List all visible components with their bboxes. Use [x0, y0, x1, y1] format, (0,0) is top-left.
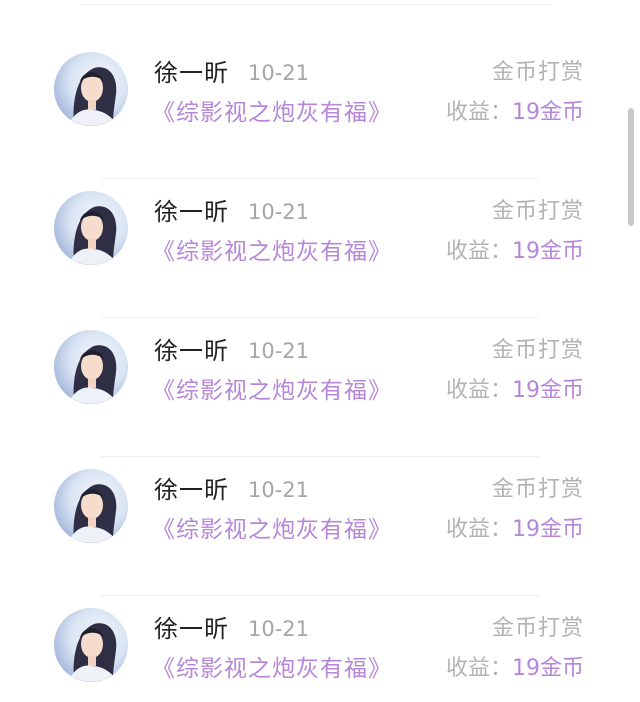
- scrollbar[interactable]: [628, 108, 634, 226]
- avatar[interactable]: [54, 469, 128, 543]
- reward-date: 10-21: [248, 339, 310, 363]
- book-title-link[interactable]: 《综影视之炮灰有福》: [152, 237, 392, 267]
- user-name: 徐一昕: [154, 198, 229, 226]
- list-item[interactable]: 徐一昕 10-21 《综影视之炮灰有福》 金币打赏 收益：19金币: [0, 596, 640, 702]
- book-title-link[interactable]: 《综影视之炮灰有福》: [152, 98, 392, 128]
- book-title-link[interactable]: 《综影视之炮灰有福》: [152, 515, 392, 545]
- income-label: 收益：: [445, 378, 512, 403]
- book-title-link[interactable]: 《综影视之炮灰有福》: [152, 654, 392, 684]
- income-value: 19金币: [512, 100, 584, 125]
- reward-date: 10-21: [248, 200, 310, 224]
- income-value: 19金币: [512, 656, 584, 681]
- income-value: 19金币: [512, 378, 584, 403]
- income-label: 收益：: [445, 517, 512, 542]
- reward-type: 金币打赏: [491, 60, 584, 85]
- income-label: 收益：: [445, 656, 512, 681]
- income: 收益：19金币: [446, 515, 584, 545]
- income-label: 收益：: [445, 239, 512, 264]
- reward-type: 金币打赏: [491, 477, 584, 502]
- reward-type: 金币打赏: [491, 616, 584, 641]
- avatar[interactable]: [54, 608, 128, 682]
- income: 收益：19金币: [446, 237, 584, 267]
- list-item[interactable]: 徐一昕 10-21 《综影视之炮灰有福》 金币打赏 收益：19金币: [0, 318, 640, 457]
- income-label: 收益：: [445, 100, 512, 125]
- avatar[interactable]: [54, 191, 128, 265]
- list-item[interactable]: 徐一昕 10-21 《综影视之炮灰有福》 金币打赏 收益：19金币: [0, 457, 640, 596]
- user-name: 徐一昕: [154, 337, 229, 365]
- reward-date: 10-21: [248, 478, 310, 502]
- avatar[interactable]: [54, 330, 128, 404]
- income-value: 19金币: [512, 239, 584, 264]
- book-title-link[interactable]: 《综影视之炮灰有福》: [152, 376, 392, 406]
- top-divider: [80, 4, 550, 5]
- reward-date: 10-21: [248, 61, 310, 85]
- reward-date: 10-21: [248, 617, 310, 641]
- user-name: 徐一昕: [154, 615, 229, 643]
- list-item[interactable]: 徐一昕 10-21 《综影视之炮灰有福》 金币打赏 收益：19金币: [0, 179, 640, 318]
- user-name: 徐一昕: [154, 476, 229, 504]
- user-name: 徐一昕: [154, 59, 229, 87]
- income: 收益：19金币: [446, 98, 584, 128]
- income: 收益：19金币: [446, 654, 584, 684]
- reward-type: 金币打赏: [491, 338, 584, 363]
- income: 收益：19金币: [446, 376, 584, 406]
- reward-type: 金币打赏: [491, 199, 584, 224]
- reward-records-page: 徐一昕 10-21 《综影视之炮灰有福》 金币打赏 收益：19金币 徐一昕 10…: [0, 0, 640, 702]
- list-item[interactable]: 徐一昕 10-21 《综影视之炮灰有福》 金币打赏 收益：19金币: [0, 40, 640, 179]
- income-value: 19金币: [512, 517, 584, 542]
- avatar[interactable]: [54, 52, 128, 126]
